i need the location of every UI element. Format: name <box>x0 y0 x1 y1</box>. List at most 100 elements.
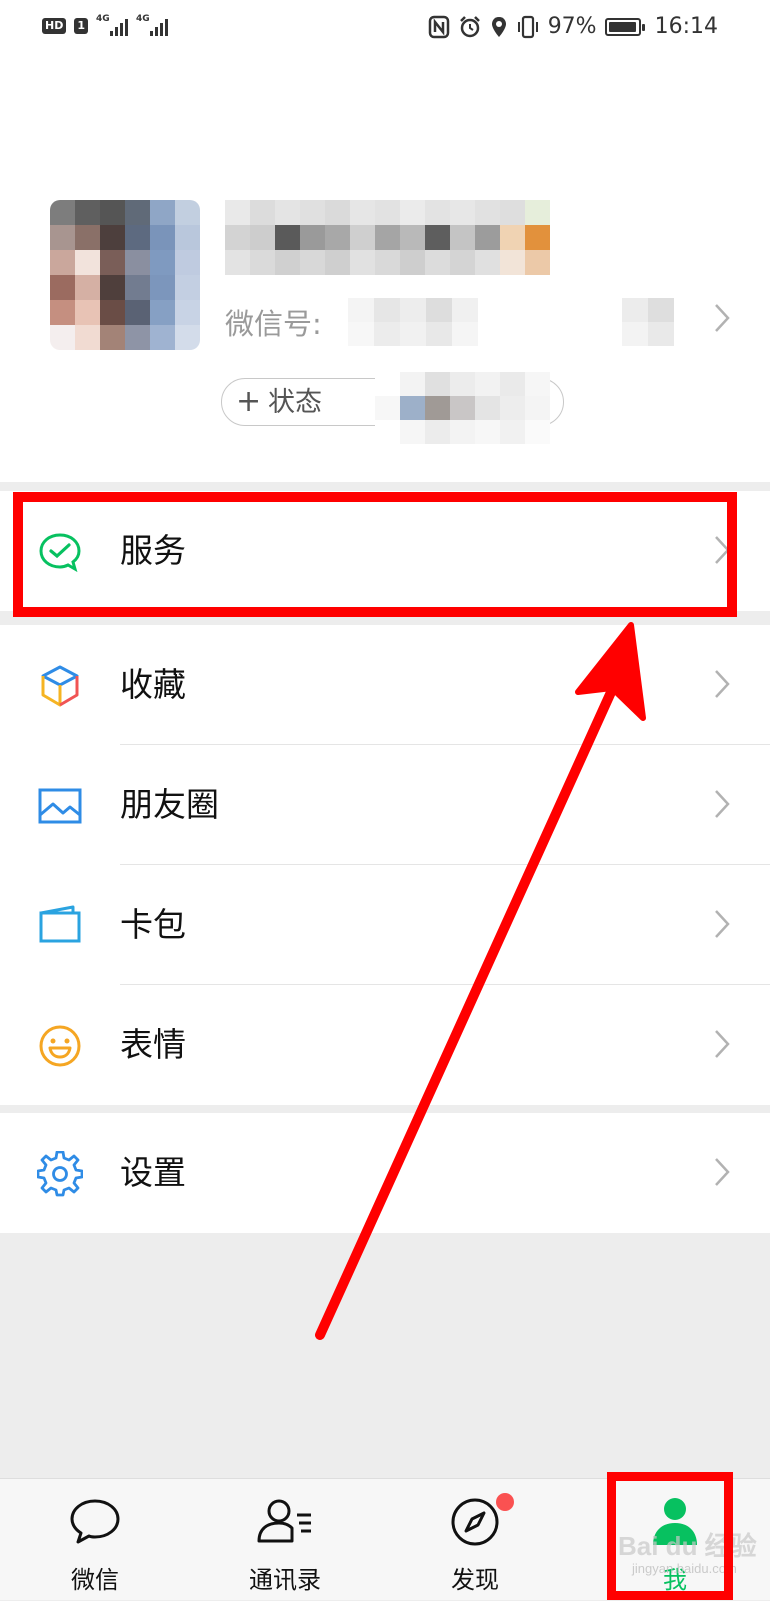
mosaic-pixel <box>500 396 525 420</box>
mosaic-pixel <box>275 250 300 275</box>
tab-label: 通讯录 <box>249 1566 321 1594</box>
status-bar: HD 1 4G 4G 97% 16:14 <box>0 0 770 58</box>
mosaic-pixel <box>425 225 450 250</box>
chevron-right-icon <box>715 1030 730 1058</box>
mosaic-pixel <box>225 225 250 250</box>
mosaic-pixel <box>75 250 100 275</box>
menu-item-settings[interactable]: 设置 <box>0 1113 770 1233</box>
mosaic-pixel <box>525 250 550 275</box>
vibrate-icon <box>517 15 538 38</box>
status-bar-left: HD 1 4G 4G <box>42 14 168 36</box>
qr-code-redacted[interactable] <box>622 298 674 346</box>
nfc-icon <box>428 15 449 38</box>
menu-group-settings: 设置 <box>0 1113 770 1233</box>
mosaic-pixel <box>100 325 125 350</box>
mosaic-pixel <box>250 200 275 225</box>
mosaic-pixel <box>150 275 175 300</box>
mosaic-pixel <box>300 200 325 225</box>
mosaic-pixel <box>250 250 275 275</box>
mosaic-pixel <box>150 200 175 225</box>
mosaic-pixel <box>225 250 250 275</box>
mosaic-pixel <box>350 225 375 250</box>
mosaic-pixel <box>150 250 175 275</box>
mosaic-pixel <box>452 322 478 346</box>
mosaic-pixel <box>100 225 125 250</box>
mosaic-pixel <box>475 250 500 275</box>
mosaic-pixel <box>375 372 400 396</box>
favorites-icon <box>41 665 79 707</box>
mosaic-pixel <box>648 298 674 322</box>
mosaic-pixel <box>125 225 150 250</box>
mosaic-pixel <box>400 298 426 322</box>
mosaic-pixel <box>350 200 375 225</box>
profile-header[interactable]: 微信号: + 状态 <box>0 58 770 482</box>
status-bar-right: 97% 16:14 <box>428 14 718 39</box>
mosaic-pixel <box>325 225 350 250</box>
tab-label: 微信 <box>71 1566 119 1594</box>
battery-icon <box>604 17 645 36</box>
mosaic-pixel <box>150 225 175 250</box>
mosaic-pixel <box>75 300 100 325</box>
signal-icon: 4G <box>136 14 168 36</box>
alarm-icon <box>459 15 480 37</box>
mosaic-pixel <box>622 322 648 346</box>
menu-item-label: 朋友圈 <box>120 785 219 824</box>
mosaic-pixel <box>100 300 125 325</box>
mosaic-pixel <box>325 250 350 275</box>
mosaic-pixel <box>648 322 674 346</box>
contacts-icon <box>257 1499 311 1543</box>
hd-badge: HD <box>42 18 67 34</box>
menu-item-label: 设置 <box>120 1153 186 1192</box>
discover-icon <box>451 1498 499 1546</box>
mosaic-pixel <box>425 420 450 444</box>
mosaic-pixel <box>400 322 426 346</box>
chats-icon <box>70 1499 120 1544</box>
chevron-right-icon <box>715 910 730 938</box>
tab-discover[interactable]: 发现 <box>395 1479 555 1601</box>
mosaic-pixel <box>75 325 100 350</box>
tab-chats[interactable]: 微信 <box>15 1479 175 1601</box>
mosaic-pixel <box>500 250 525 275</box>
mosaic-pixel <box>425 200 450 225</box>
avatar[interactable] <box>50 200 200 350</box>
mosaic-pixel <box>375 250 400 275</box>
stickers-icon <box>39 1025 81 1067</box>
sim-badge: 1 <box>74 18 88 34</box>
menu-item-cards[interactable]: 卡包 <box>0 865 770 985</box>
mosaic-pixel <box>125 200 150 225</box>
cards-icon <box>39 905 81 943</box>
menu-group-services: 服务 <box>0 491 770 611</box>
menu-item-stickers[interactable]: 表情 <box>0 985 770 1105</box>
mosaic-pixel <box>150 300 175 325</box>
plus-icon: + <box>236 384 262 419</box>
mosaic-pixel <box>475 225 500 250</box>
mosaic-pixel <box>125 250 150 275</box>
mosaic-pixel <box>125 300 150 325</box>
mosaic-pixel <box>100 250 125 275</box>
clock-time: 16:14 <box>654 14 718 39</box>
menu-item-services[interactable]: 服务 <box>0 491 770 611</box>
discover-badge-dot <box>496 1493 514 1511</box>
mosaic-pixel <box>425 250 450 275</box>
menu-item-label: 卡包 <box>120 905 186 944</box>
mosaic-pixel <box>375 396 400 420</box>
mosaic-pixel <box>375 225 400 250</box>
location-icon <box>491 16 506 37</box>
mosaic-pixel <box>400 396 425 420</box>
mosaic-pixel <box>100 200 125 225</box>
menu-item-favorites[interactable]: 收藏 <box>0 625 770 745</box>
tab-contacts[interactable]: 通讯录 <box>205 1479 365 1601</box>
mosaic-pixel <box>426 298 452 322</box>
watermark: Bai du 经验 <box>618 1531 757 1561</box>
watermark-url: jingyan.baidu.com <box>632 1561 737 1576</box>
menu-item-moments[interactable]: 朋友圈 <box>0 745 770 865</box>
mosaic-pixel <box>450 200 475 225</box>
mosaic-pixel <box>100 275 125 300</box>
chevron-right-icon <box>715 536 730 564</box>
mosaic-pixel <box>450 225 475 250</box>
mosaic-pixel <box>50 300 75 325</box>
mosaic-pixel <box>75 225 100 250</box>
mosaic-pixel <box>300 225 325 250</box>
mosaic-pixel <box>400 225 425 250</box>
mosaic-pixel <box>500 372 525 396</box>
